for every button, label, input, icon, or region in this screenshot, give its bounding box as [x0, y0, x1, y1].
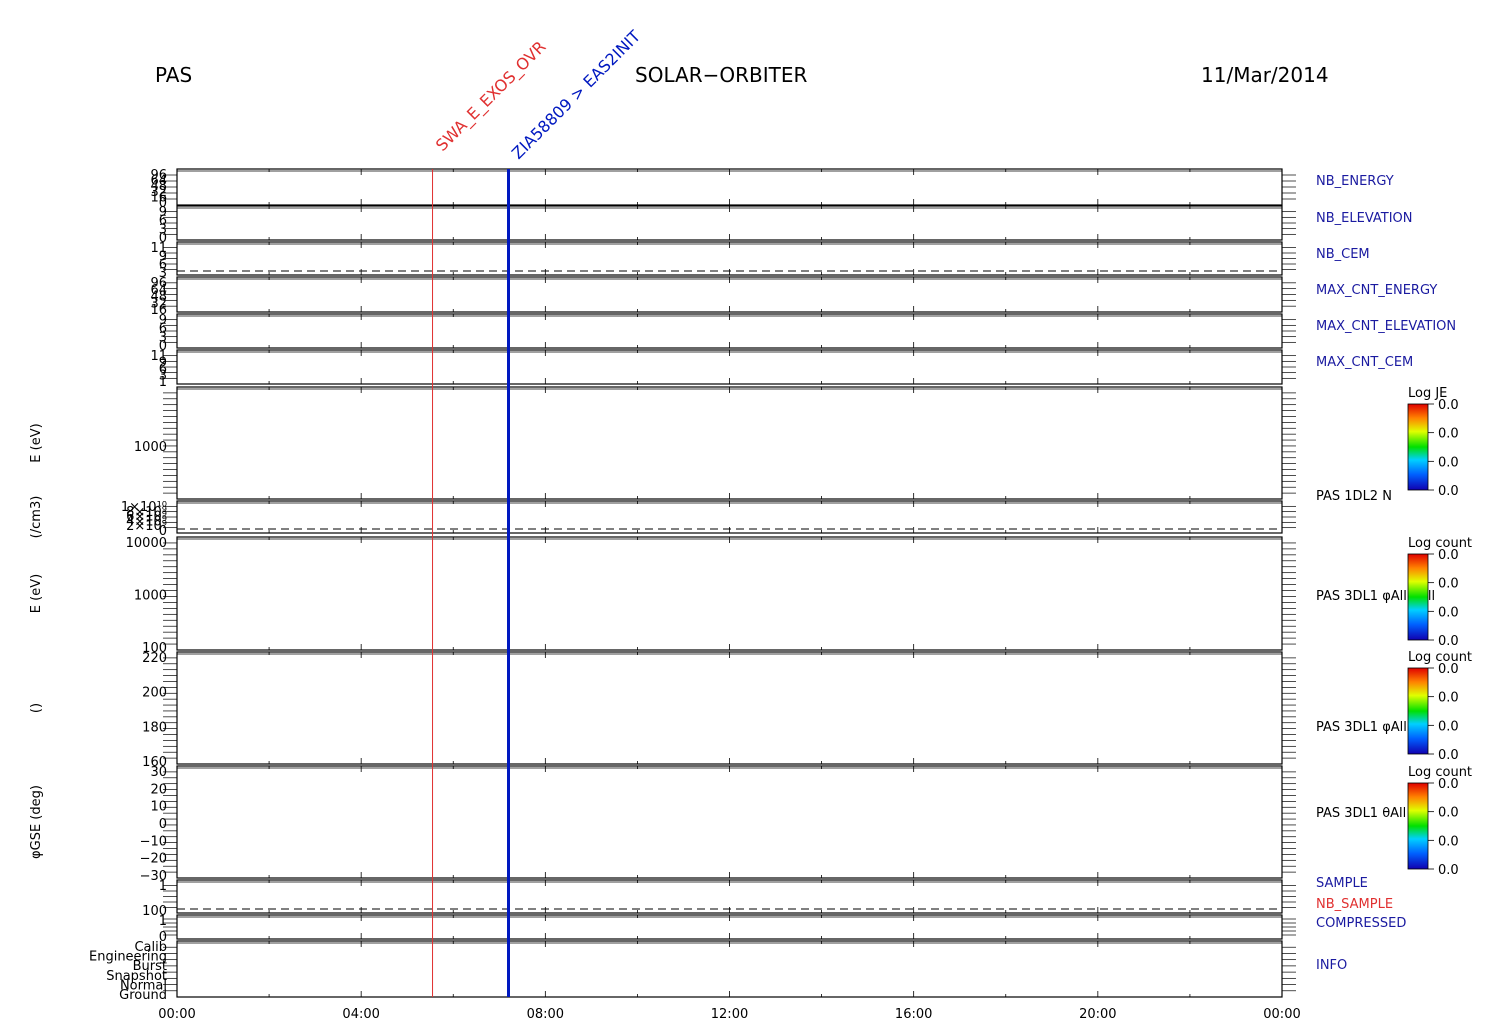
x-tick-label: 04:00 [342, 1007, 379, 1020]
colorbar: Log count0.00.00.00.0 [1407, 650, 1472, 763]
panel-right-label: NB_ENERGY [1316, 174, 1394, 189]
y-tick-label: 1000 [134, 589, 167, 604]
colorbar-tick-label: 0.0 [1438, 777, 1459, 792]
colorbar-tick-label: 0.0 [1438, 455, 1459, 470]
colorbar-tick-label: 0.0 [1438, 719, 1459, 734]
colorbar-gradient [1407, 403, 1429, 491]
colorbar-tick-label: 0.0 [1438, 863, 1459, 878]
panel-right-label: NB_ELEVATION [1316, 211, 1413, 226]
panel-right-label: MAX_CNT_ELEVATION [1316, 319, 1456, 334]
panel-right-label: COMPRESSED [1316, 916, 1406, 931]
panel-frame [176, 940, 1283, 998]
y-axis-label: () [29, 703, 44, 713]
instrument-title: PAS [155, 63, 192, 87]
panel-max-cnt-cem: 119631MAX_CNT_CEM [150, 349, 1413, 390]
panel-sample: 1100SAMPLE [142, 876, 1368, 919]
colorbar-tick-label: 0.0 [1438, 427, 1459, 442]
panel-right-label: MAX_CNT_ENERGY [1316, 283, 1437, 298]
event-markers: SWA_E_EXOS_OVRZIA58809 > EAS2INIT [432, 26, 644, 997]
x-tick-label: 00:00 [1263, 1007, 1300, 1020]
colorbar-tick-label: 0.0 [1438, 577, 1459, 592]
panel-right-label: PAS 1DL2 N [1316, 489, 1392, 504]
panel-pas-3dl1-energy: 100001000100E (eV) PAS 3DL1 φAll θAll [29, 536, 1435, 656]
panel-right-label: PAS 3DL1 θAll [1316, 806, 1406, 821]
y-tick-label: 1 [159, 375, 167, 390]
panel-pas-1dl2-energy: 1000 E (eV) [29, 386, 1296, 500]
y-axis-label: (/cm3) [29, 496, 44, 539]
y-tick-label: 1000 [134, 440, 167, 455]
panel-max-cnt-energy: 9664483216MAX_CNT_ENERGY [150, 276, 1437, 318]
pas-summary-chart: PAS SOLAR−ORBITER 11/Mar/2014 9664483216… [29, 26, 1472, 1020]
panel-right-label: MAX_CNT_CEM [1316, 355, 1413, 370]
panel-right-label: INFO [1316, 958, 1347, 973]
colorbar: Log JE0.00.00.00.0 [1407, 386, 1459, 499]
x-tick-label: 00:00 [158, 1007, 195, 1020]
colorbar-tick-label: 0.0 [1438, 605, 1459, 620]
y-tick-label: −20 [140, 852, 167, 867]
time-axis: 00:00 04:00 08:00 12:00 16:00 20:00 00:00 [158, 1007, 1300, 1020]
y-tick-label: Ground [119, 988, 167, 1003]
panel-max-cnt-elevation: 9630MAX_CNT_ELEVATION [159, 313, 1456, 354]
colorbar-tick-label: 0.0 [1438, 834, 1459, 849]
y-tick-label: 200 [142, 686, 167, 701]
x-tick-label: 16:00 [895, 1007, 932, 1020]
panel-nb-cem: 11963NB_CEM [150, 241, 1369, 281]
colorbar-tick-label: 0.0 [1438, 748, 1459, 763]
y-tick-label: −10 [140, 834, 167, 849]
y-tick-label: 1 [159, 914, 167, 929]
y-axis-label: φGSE (deg) [29, 785, 44, 859]
colorbar-gradient [1407, 553, 1429, 641]
colorbar-gradient [1407, 782, 1429, 870]
panel-frame [176, 765, 1283, 879]
panel-compressed: 10COMPRESSED [159, 914, 1407, 945]
colorbar-tick-label: 0.0 [1438, 548, 1459, 563]
y-axis-label: E (eV) [29, 574, 44, 613]
colorbar-tick-label: 0.0 [1438, 691, 1459, 706]
panel-frame [176, 536, 1283, 651]
panel-frame [176, 386, 1283, 500]
nb-sample-label: NB_SAMPLE [1316, 897, 1393, 912]
panels: 96644832160NB_ENERGY9630NB_ELEVATION1196… [29, 168, 1456, 1003]
colorbar-tick-label: 0.0 [1438, 484, 1459, 499]
colorbar-tick-label: 0.0 [1438, 662, 1459, 677]
panel-pas-1dl2-density: 1×10¹⁰8×10⁹6×10⁹4×10⁹2×10⁹0(/cm3) PAS 1DL… [29, 489, 1392, 539]
colorbar-tick-label: 0.0 [1438, 398, 1459, 413]
colorbar: Log count0.00.00.00.0 [1407, 765, 1472, 878]
panel-pas-3dl1-phi: 3020100−10−20−30φGSE (deg) PAS 3DL1 θAll [29, 765, 1406, 884]
colorbars: Log JE0.00.00.00.0Log count0.00.00.00.0L… [1407, 386, 1472, 878]
panel-nb-energy: 96644832160NB_ENERGY [150, 168, 1393, 211]
y-tick-label: 30 [150, 765, 167, 780]
y-tick-label: 20 [150, 782, 167, 797]
x-tick-label: 12:00 [711, 1007, 748, 1020]
colorbar: Log count0.00.00.00.0 [1407, 536, 1472, 649]
mission-title: SOLAR−ORBITER [635, 63, 807, 87]
panel-nb-elevation: 9630NB_ELEVATION [159, 205, 1413, 246]
y-tick-label: 220 [142, 651, 167, 666]
y-tick-label: 0 [159, 817, 167, 832]
date-title: 11/Mar/2014 [1201, 63, 1329, 87]
colorbar-tick-label: 0.0 [1438, 634, 1459, 649]
x-tick-label: 20:00 [1079, 1007, 1116, 1020]
y-tick-label: 1 [159, 879, 167, 894]
y-tick-label: 10 [150, 800, 167, 815]
panel-right-label: NB_CEM [1316, 247, 1370, 262]
panel-pas-3dl1-angle: 220200180160()PAS 3DL1 φAll [29, 651, 1407, 770]
panel-info: CalibEngineeringBurstSnapshotNormalGroun… [89, 940, 1347, 1003]
panel-right-label: PAS 3DL1 φAll [1316, 720, 1407, 735]
colorbar-gradient [1407, 667, 1429, 755]
y-tick-label: 10000 [126, 536, 167, 551]
colorbar-tick-label: 0.0 [1438, 806, 1459, 821]
panel-frame [176, 651, 1283, 765]
y-axis-label: E (eV) [29, 423, 44, 462]
x-tick-label: 08:00 [527, 1007, 564, 1020]
panel-right-label: SAMPLE [1316, 876, 1368, 891]
y-tick-label: 180 [142, 720, 167, 735]
